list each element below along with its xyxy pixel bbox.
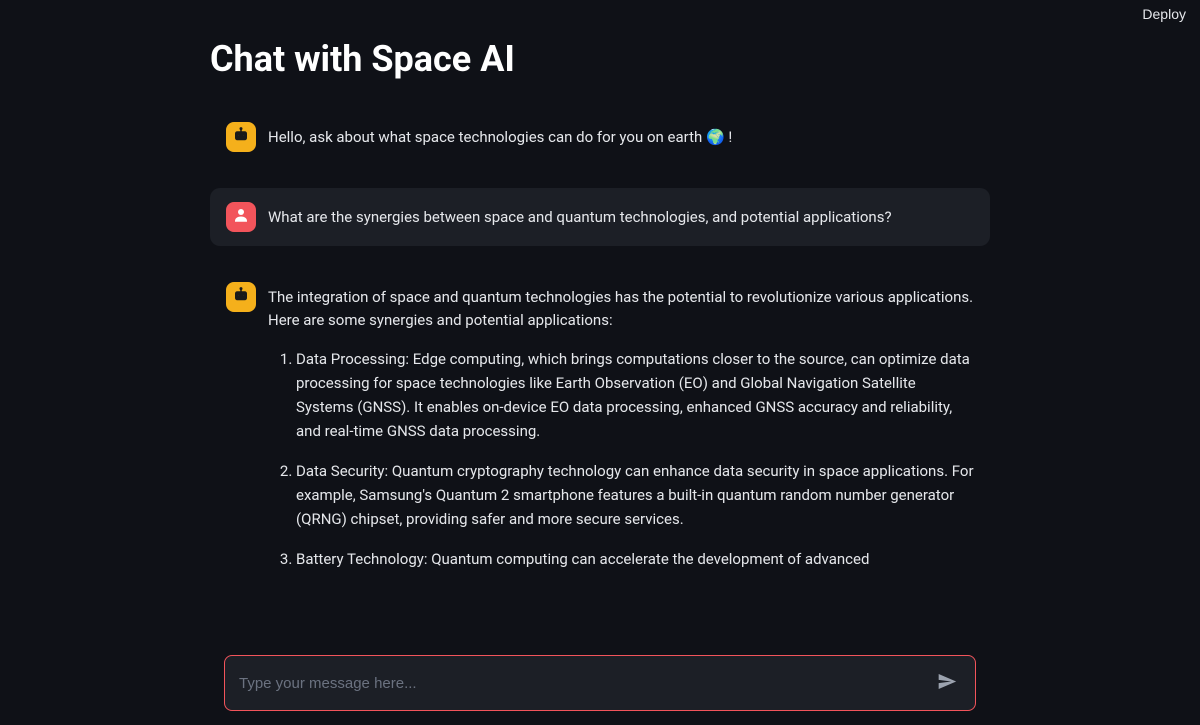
message-bot: Hello, ask about what space technologies… — [210, 108, 990, 166]
message-intro: The integration of space and quantum tec… — [268, 286, 974, 333]
message-user: What are the synergies between space and… — [210, 188, 990, 246]
message-input[interactable] — [239, 675, 927, 692]
message-list: Data Processing: Edge computing, which b… — [268, 347, 974, 571]
messages-scroll[interactable]: Hello, ask about what space technologies… — [210, 108, 990, 601]
message-bot: The integration of space and quantum tec… — [210, 268, 990, 601]
deploy-button[interactable]: Deploy — [1142, 6, 1186, 22]
input-area — [224, 655, 976, 711]
list-item: Data Security: Quantum cryptography tech… — [296, 459, 974, 531]
message-text: Hello, ask about what space technologies… — [268, 122, 732, 149]
user-avatar — [226, 202, 256, 232]
messages-list: Hello, ask about what space technologies… — [210, 108, 990, 601]
robot-icon — [232, 126, 250, 148]
message-text: The integration of space and quantum tec… — [268, 282, 974, 587]
person-icon — [232, 206, 250, 228]
message-input-container[interactable] — [224, 655, 976, 711]
robot-icon — [232, 286, 250, 308]
bot-avatar — [226, 122, 256, 152]
chat-container: Chat with Space AI Hello, ask abou — [210, 0, 990, 601]
page-title: Chat with Space AI — [210, 38, 990, 80]
bot-avatar — [226, 282, 256, 312]
list-item: Data Processing: Edge computing, which b… — [296, 347, 974, 443]
message-text: What are the synergies between space and… — [268, 202, 892, 229]
send-icon — [937, 672, 957, 695]
send-button[interactable] — [933, 668, 961, 699]
list-item: Battery Technology: Quantum computing ca… — [296, 547, 974, 571]
scroll-fade — [0, 625, 1200, 655]
